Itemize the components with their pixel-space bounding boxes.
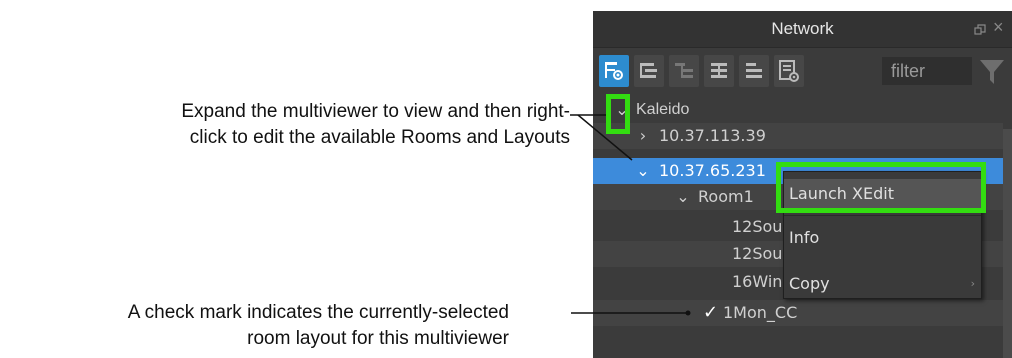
device-leader-line — [577, 114, 633, 161]
leader-lines — [570, 114, 691, 316]
check-leader-dot — [685, 310, 691, 316]
